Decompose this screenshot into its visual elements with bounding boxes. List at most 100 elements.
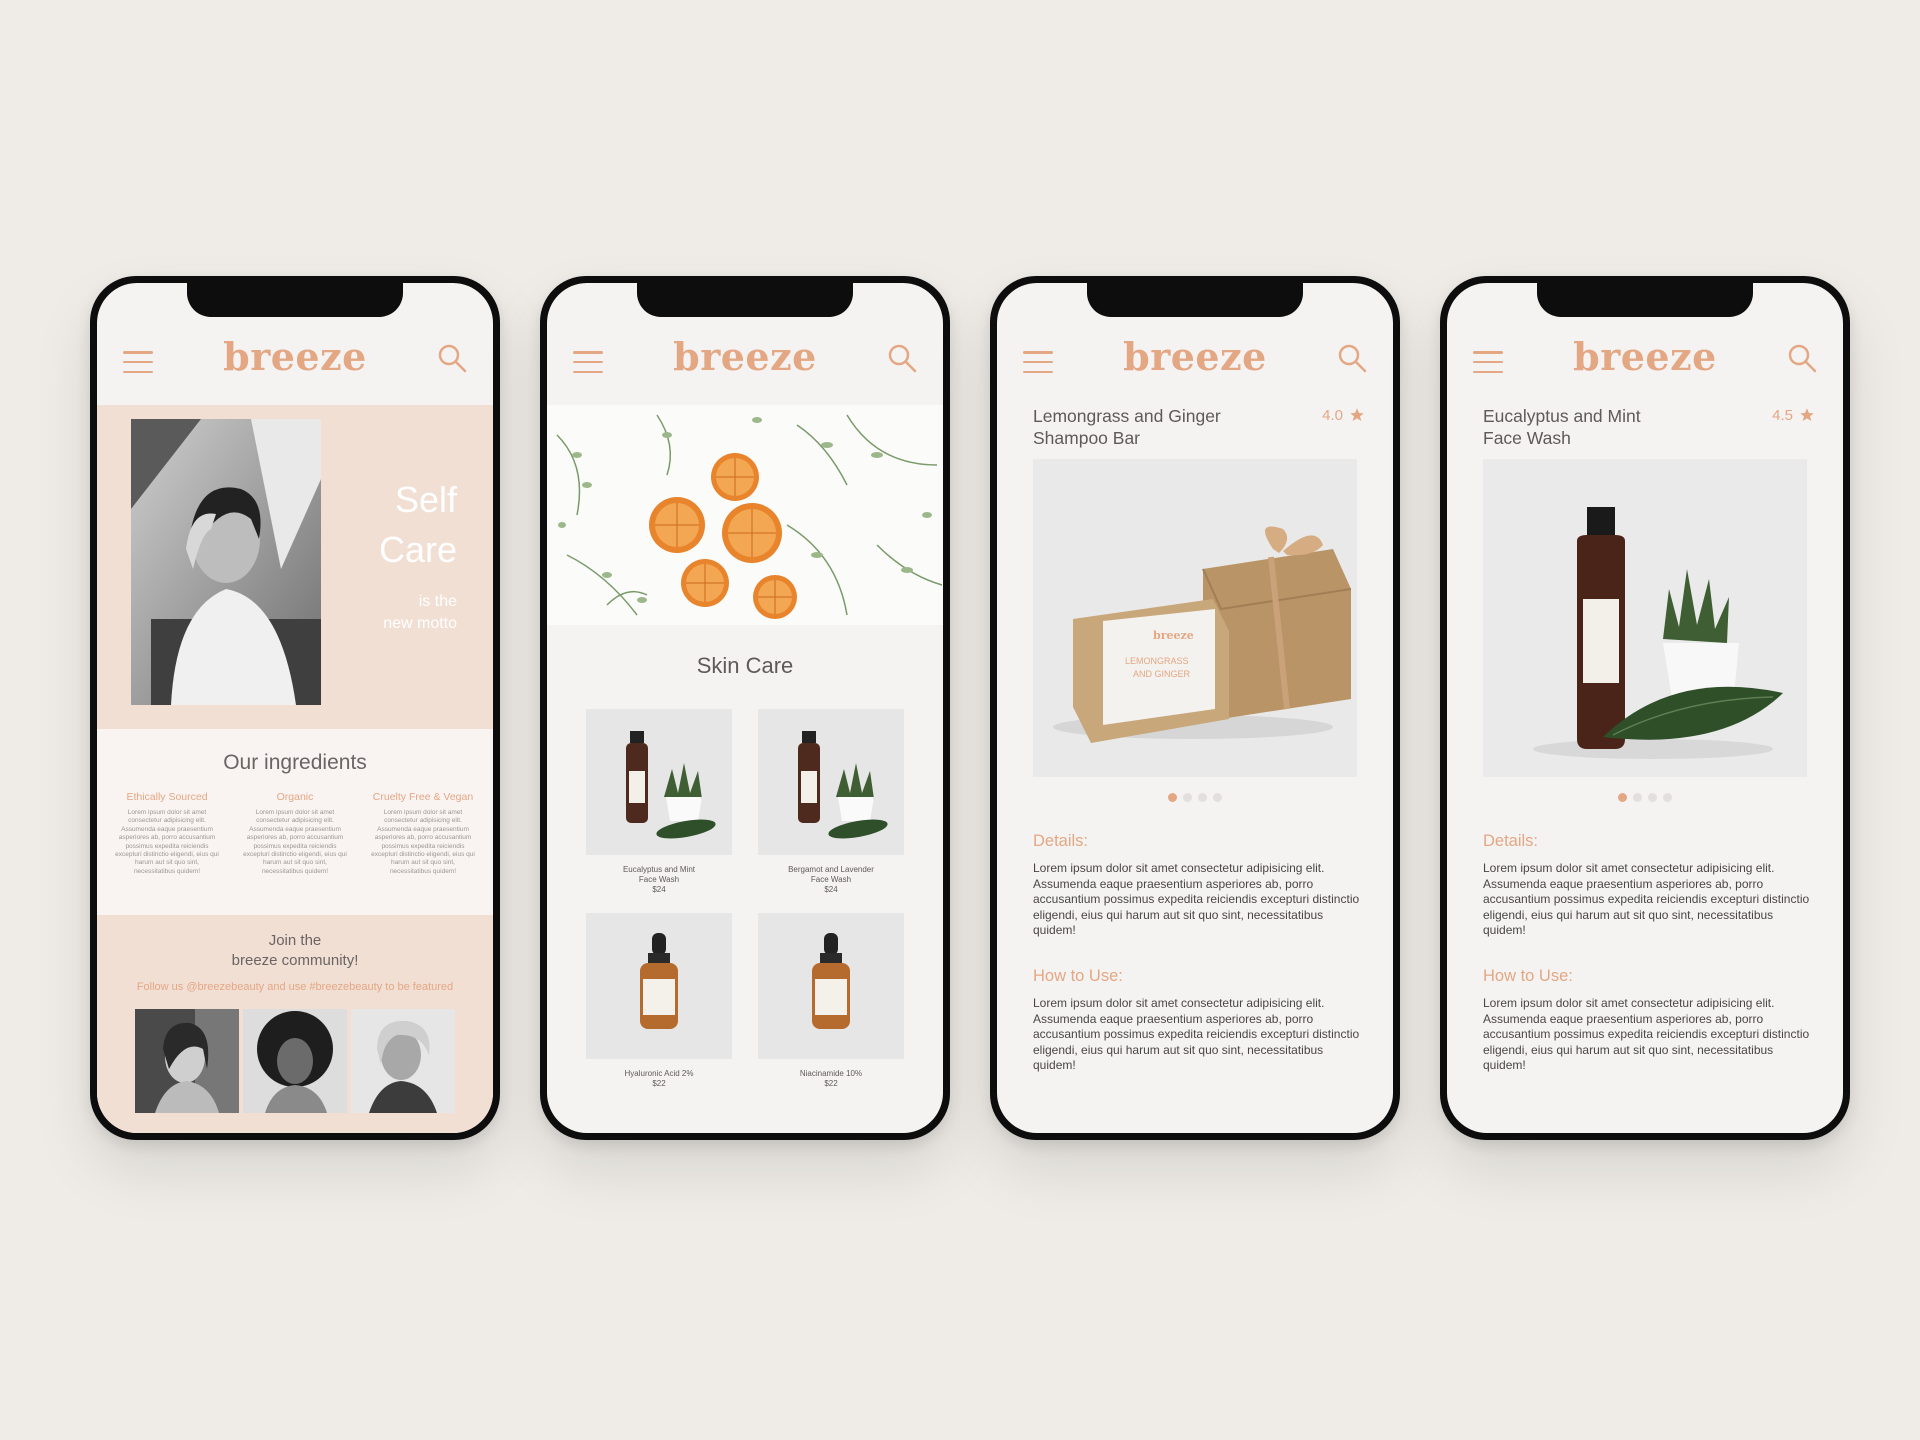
ingredient-column: Ethically Sourced Lorem ipsum dolor sit … — [115, 791, 219, 876]
product-header: Eucalyptus and Mint Face Wash 4.5 — [1447, 405, 1843, 459]
detail-screen: breeze Lemongrass and Ginger Shampoo Bar … — [997, 283, 1393, 1133]
phone-detail-face-wash: breeze Eucalyptus and MintFace Wash 4.5 — [1440, 276, 1850, 1140]
product-title: Eucalyptus and Mint Face Wash — [1483, 406, 1641, 448]
ingredient-text: Lorem ipsum dolor sit amet consectetur a… — [243, 809, 347, 875]
ingredient-heading: Cruelty Free & Vegan — [372, 791, 474, 803]
product-name: Bergamot and Lavender Face Wash — [788, 865, 874, 884]
carousel-dot[interactable] — [1633, 793, 1642, 802]
product-image — [758, 709, 904, 855]
phone-notch — [187, 283, 403, 317]
carousel-dot[interactable] — [1183, 793, 1192, 802]
ingredient-column: Organic Lorem ipsum dolor sit amet conse… — [243, 791, 347, 876]
hero-banner: Self Care is the new motto — [97, 405, 493, 729]
brand-logo[interactable]: breeze — [1123, 334, 1267, 379]
rating-value: 4.5 — [1772, 407, 1793, 424]
carousel-dot[interactable] — [1663, 793, 1672, 802]
carousel-dot[interactable] — [1648, 793, 1657, 802]
search-icon[interactable] — [1337, 343, 1367, 373]
hero-subtitle: is the new motto — [383, 591, 457, 635]
community-title-line1: Join the — [268, 932, 322, 949]
details-text: Lorem ipsum dolor sit amet consectetur a… — [1483, 861, 1810, 938]
product-grid: Eucalyptus and Mint Face Wash $24 Bergamo… — [547, 709, 943, 1089]
soap-label-line2: AND GINGER — [1133, 669, 1191, 679]
community-title-line2: breeze community! — [231, 952, 359, 969]
citrus-herbs-banner — [547, 405, 943, 625]
community-follow-link[interactable]: Follow us @breezebeauty and use #breezeb… — [97, 981, 493, 993]
home-screen: breeze Self Care is the new motto Our in… — [97, 283, 493, 1133]
catalog-screen: breeze Skin Care Eucalyptus and Mint Fac… — [547, 283, 943, 1133]
how-to-use-text: Lorem ipsum dolor sit amet consectetur a… — [1033, 995, 1360, 1073]
product-card[interactable]: Hyaluronic Acid 2% $22 — [586, 913, 732, 1089]
detail-screen: breeze Eucalyptus and MintFace Wash 4.5 — [1447, 283, 1843, 1133]
community-section: Join the breeze community! Follow us @br… — [97, 915, 493, 1133]
ingredient-text: Lorem ipsum dolor sit amet consectetur a… — [371, 809, 475, 875]
phone-notch — [1537, 283, 1753, 317]
product-image — [758, 913, 904, 1059]
ingredient-heading: Organic — [276, 791, 314, 803]
product-price: $24 — [652, 885, 666, 894]
how-to-use-heading: How to Use: — [1483, 966, 1573, 985]
phone-detail-shampoo-bar: breeze Lemongrass and Ginger Shampoo Bar … — [990, 276, 1400, 1140]
product-name: Eucalyptus and Mint Face Wash — [622, 865, 696, 884]
product-card[interactable]: Eucalyptus and Mint Face Wash $24 — [586, 709, 732, 895]
phone-notch — [637, 283, 853, 317]
carousel-dots — [997, 793, 1393, 802]
product-price: $22 — [652, 1079, 666, 1088]
product-image — [586, 709, 732, 855]
product-rating: 4.0 — [1322, 405, 1365, 459]
product-rating: 4.5 — [1772, 405, 1815, 459]
product-image-carousel[interactable]: breeze LEMONGRASS AND GINGER — [1033, 459, 1357, 777]
product-name: Hyaluronic Acid 2% — [624, 1069, 694, 1078]
hamburger-menu-icon[interactable] — [123, 351, 153, 373]
category-title: Skin Care — [696, 653, 794, 678]
product-image — [586, 913, 732, 1059]
product-header: Lemongrass and Ginger Shampoo Bar 4.0 — [997, 405, 1393, 459]
community-photo[interactable] — [243, 1009, 347, 1113]
search-icon[interactable] — [437, 343, 467, 373]
ingredients-section: Our ingredients Ethically Sourced Lorem … — [97, 729, 493, 915]
hero-sub-line2: new motto — [383, 615, 457, 632]
phone-catalog: breeze Skin Care Eucalyptus and Mint Fac… — [540, 276, 950, 1140]
carousel-dot[interactable] — [1198, 793, 1207, 802]
carousel-dot[interactable] — [1213, 793, 1222, 802]
carousel-dot[interactable] — [1168, 793, 1177, 802]
details-heading: Details: — [1033, 832, 1089, 850]
brand-logo[interactable]: breeze — [1573, 334, 1717, 379]
community-photo[interactable] — [351, 1009, 455, 1113]
ingredient-heading: Ethically Sourced — [126, 791, 208, 803]
brand-logo[interactable]: breeze — [223, 334, 367, 379]
details-heading: Details: — [1483, 832, 1539, 850]
details-text: Lorem ipsum dolor sit amet consectetur a… — [1033, 861, 1360, 938]
community-photo[interactable] — [135, 1009, 239, 1113]
rating-value: 4.0 — [1322, 407, 1343, 424]
phone-notch — [1087, 283, 1303, 317]
soap-label-brand: breeze — [1153, 629, 1194, 642]
ingredient-column: Cruelty Free & Vegan Lorem ipsum dolor s… — [371, 791, 475, 876]
hero-sub-line1: is the — [418, 593, 457, 610]
ingredients-title: Our ingredients — [223, 751, 367, 774]
ingredient-text: Lorem ipsum dolor sit amet consectetur a… — [115, 809, 219, 875]
product-title: Lemongrass and Ginger Shampoo Bar — [1033, 406, 1221, 448]
search-icon[interactable] — [1787, 343, 1817, 373]
product-card[interactable]: Bergamot and Lavender Face Wash $24 — [758, 709, 904, 895]
search-icon[interactable] — [887, 343, 917, 373]
community-title: Join the breeze community! — [97, 931, 493, 971]
hero-portrait-photo — [131, 419, 321, 705]
product-price: $24 — [824, 885, 838, 894]
hero-title-line1: Self — [394, 479, 457, 520]
carousel-dots — [1447, 793, 1843, 802]
hamburger-menu-icon[interactable] — [1473, 351, 1503, 373]
how-to-use-text: Lorem ipsum dolor sit amet consectetur a… — [1483, 995, 1810, 1073]
soap-label-line1: LEMONGRASS — [1125, 656, 1189, 666]
star-icon — [1350, 408, 1364, 421]
product-card[interactable]: Niacinamide 10% $22 — [758, 913, 904, 1089]
phone-home: breeze Self Care is the new motto Our in… — [90, 276, 500, 1140]
brand-logo[interactable]: breeze — [673, 334, 817, 379]
hamburger-menu-icon[interactable] — [573, 351, 603, 373]
how-to-use-heading: How to Use: — [1033, 966, 1123, 985]
carousel-dot[interactable] — [1618, 793, 1627, 802]
hamburger-menu-icon[interactable] — [1023, 351, 1053, 373]
community-photo-row — [97, 1009, 493, 1113]
product-image-carousel[interactable] — [1483, 459, 1807, 777]
product-price: $22 — [824, 1079, 838, 1088]
